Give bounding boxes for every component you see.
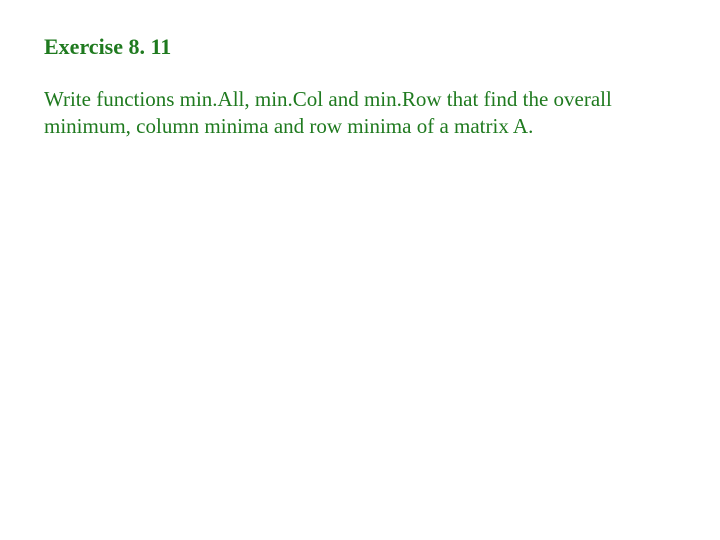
exercise-body: Write functions min.All, min.Col and min… <box>44 86 664 140</box>
slide: Exercise 8. 11 Write functions min.All, … <box>0 0 720 540</box>
exercise-title: Exercise 8. 11 <box>44 34 680 60</box>
